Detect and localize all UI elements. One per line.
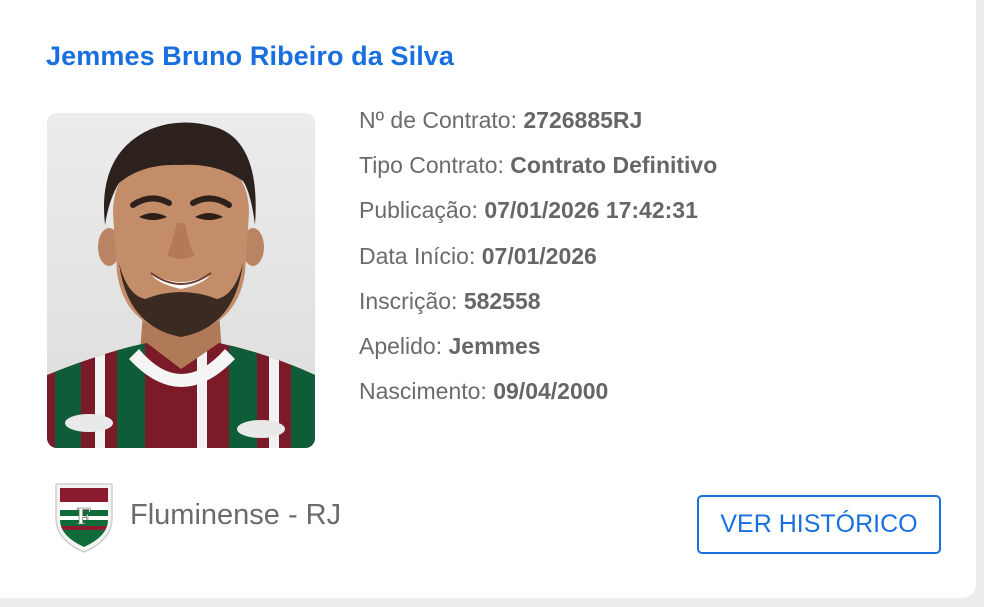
contract-details: Nº de Contrato: 2726885RJ Tipo Contrato:… (359, 103, 717, 419)
contract-type-label: Tipo Contrato: (359, 152, 511, 179)
club-name: Fluminense - RJ (130, 498, 342, 531)
contract-number-value: 2726885RJ (523, 107, 643, 133)
fluminense-crest-icon: F (55, 483, 113, 553)
contract-type-value: Contrato Definitivo (510, 152, 718, 179)
contract-type-row: Tipo Contrato: Contrato Definitivo (359, 148, 717, 193)
registration-row: Inscrição: 582558 (359, 284, 717, 329)
contract-number-label: Nº de Contrato: (359, 107, 524, 133)
view-history-button[interactable]: VER HISTÓRICO (697, 495, 941, 554)
nickname-row: Apelido: Jemmes (359, 329, 717, 374)
contract-number-row: Nº de Contrato: 2726885RJ (359, 103, 717, 148)
nickname-label: Apelido: (359, 332, 449, 359)
player-card: Jemmes Bruno Ribeiro da Silva Nº de Cont… (0, 0, 976, 598)
club-info: F Fluminense - RJ (52, 480, 341, 554)
registration-label: Inscrição: (359, 287, 464, 314)
player-photo (47, 113, 315, 448)
birth-date-value: 09/04/2000 (493, 378, 609, 405)
publication-value: 07/01/2026 17:42:31 (484, 197, 698, 224)
start-date-label: Data Início: (359, 242, 482, 269)
start-date-row: Data Início: 07/01/2026 (359, 239, 717, 284)
svg-text:F: F (77, 504, 92, 530)
birth-date-label: Nascimento: (359, 378, 494, 405)
birth-date-row: Nascimento: 09/04/2000 (359, 374, 717, 419)
registration-value: 582558 (463, 287, 541, 314)
publication-row: Publicação: 07/01/2026 17:42:31 (359, 193, 717, 238)
player-name: Jemmes Bruno Ribeiro da Silva (46, 41, 455, 71)
nickname-value: Jemmes (448, 332, 541, 359)
publication-label: Publicação: (359, 197, 485, 224)
player-portrait-icon (47, 113, 315, 448)
start-date-value: 07/01/2026 (481, 242, 597, 269)
